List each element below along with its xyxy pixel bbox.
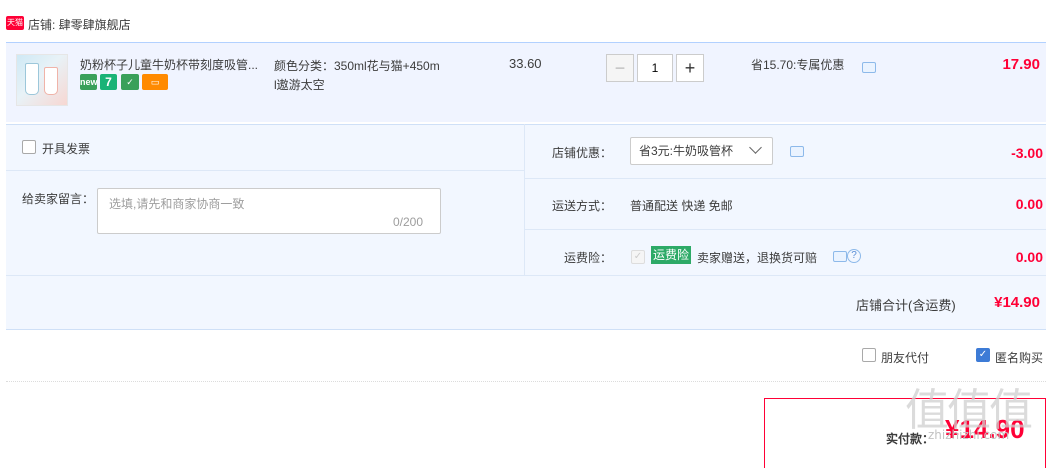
- divider: [524, 124, 525, 275]
- message-char-count: 0/200: [393, 215, 424, 229]
- insurance-value: 0.00: [1015, 249, 1043, 265]
- chat-icon[interactable]: [862, 62, 876, 73]
- shop-total-value: ¥14.90: [994, 294, 1040, 311]
- guarantee-icon: ✓: [121, 74, 139, 90]
- coupon-label: 店铺优惠：: [552, 146, 613, 160]
- divider: [6, 170, 524, 171]
- friend-pay-checkbox[interactable]: [862, 348, 876, 362]
- item-discount: 省15.70:专属优惠: [751, 58, 845, 72]
- shipping-method: 普通配送 快递 免邮: [630, 199, 733, 213]
- item-subtotal: 17.90: [1002, 56, 1040, 73]
- invoice-label[interactable]: 开具发票: [42, 140, 90, 157]
- divider: [525, 229, 1046, 230]
- shop-total-label: 店铺合计(含运费): [856, 298, 956, 313]
- help-icon[interactable]: ?: [847, 249, 861, 263]
- cup-image-icon: [44, 67, 58, 95]
- message-label: 给卖家留言：: [22, 192, 95, 206]
- quantity-decrement-button[interactable]: −: [606, 54, 634, 82]
- anonymous-label[interactable]: 匿名购买: [995, 349, 1043, 366]
- unit-price: 33.60: [509, 56, 542, 71]
- anonymous-checkbox[interactable]: ✓: [976, 348, 990, 362]
- coupon-value: -3.00: [1011, 145, 1043, 161]
- quantity-input[interactable]: [637, 54, 673, 82]
- insurance-checkbox: ✓: [631, 250, 645, 264]
- product-title[interactable]: 奶粉杯子儿童牛奶杯带刻度吸管...: [80, 56, 258, 73]
- product-spec: 颜色分类：350ml花与猫+450m: [274, 59, 440, 73]
- quantity-increment-button[interactable]: +: [676, 54, 704, 82]
- message-placeholder: 选填,请先和商家协商一致: [109, 197, 245, 211]
- shipping-label: 运送方式：: [552, 199, 613, 213]
- friend-pay-label[interactable]: 朋友代付: [881, 349, 929, 366]
- divider: [6, 381, 1046, 382]
- chat-icon[interactable]: [833, 251, 847, 262]
- invoice-checkbox[interactable]: [22, 140, 36, 154]
- chat-icon[interactable]: [790, 146, 804, 157]
- insurance-badge: 运费险: [651, 246, 692, 264]
- seven-day-return-icon: 7: [100, 74, 117, 90]
- insurance-label: 运费险：: [564, 251, 613, 265]
- cup-image-icon: [25, 63, 39, 95]
- divider: [525, 178, 1046, 179]
- tmall-badge-icon: 天猫: [6, 16, 24, 30]
- product-thumbnail[interactable]: [16, 54, 68, 106]
- card-payment-icon: ▭: [142, 74, 168, 90]
- watermark-url: zhizhizhi.com: [928, 428, 1010, 442]
- divider: [6, 275, 1046, 276]
- product-spec-continued: l遨游太空: [274, 78, 325, 92]
- insurance-text: 卖家赠送，退换货可赔: [697, 251, 818, 265]
- shipping-value: 0.00: [1015, 196, 1043, 212]
- new-tag-icon: new: [80, 74, 98, 90]
- coupon-select[interactable]: 省3元:牛奶吸管杯: [630, 137, 773, 165]
- shop-name[interactable]: 店铺: 肆零肆旗舰店: [28, 16, 131, 33]
